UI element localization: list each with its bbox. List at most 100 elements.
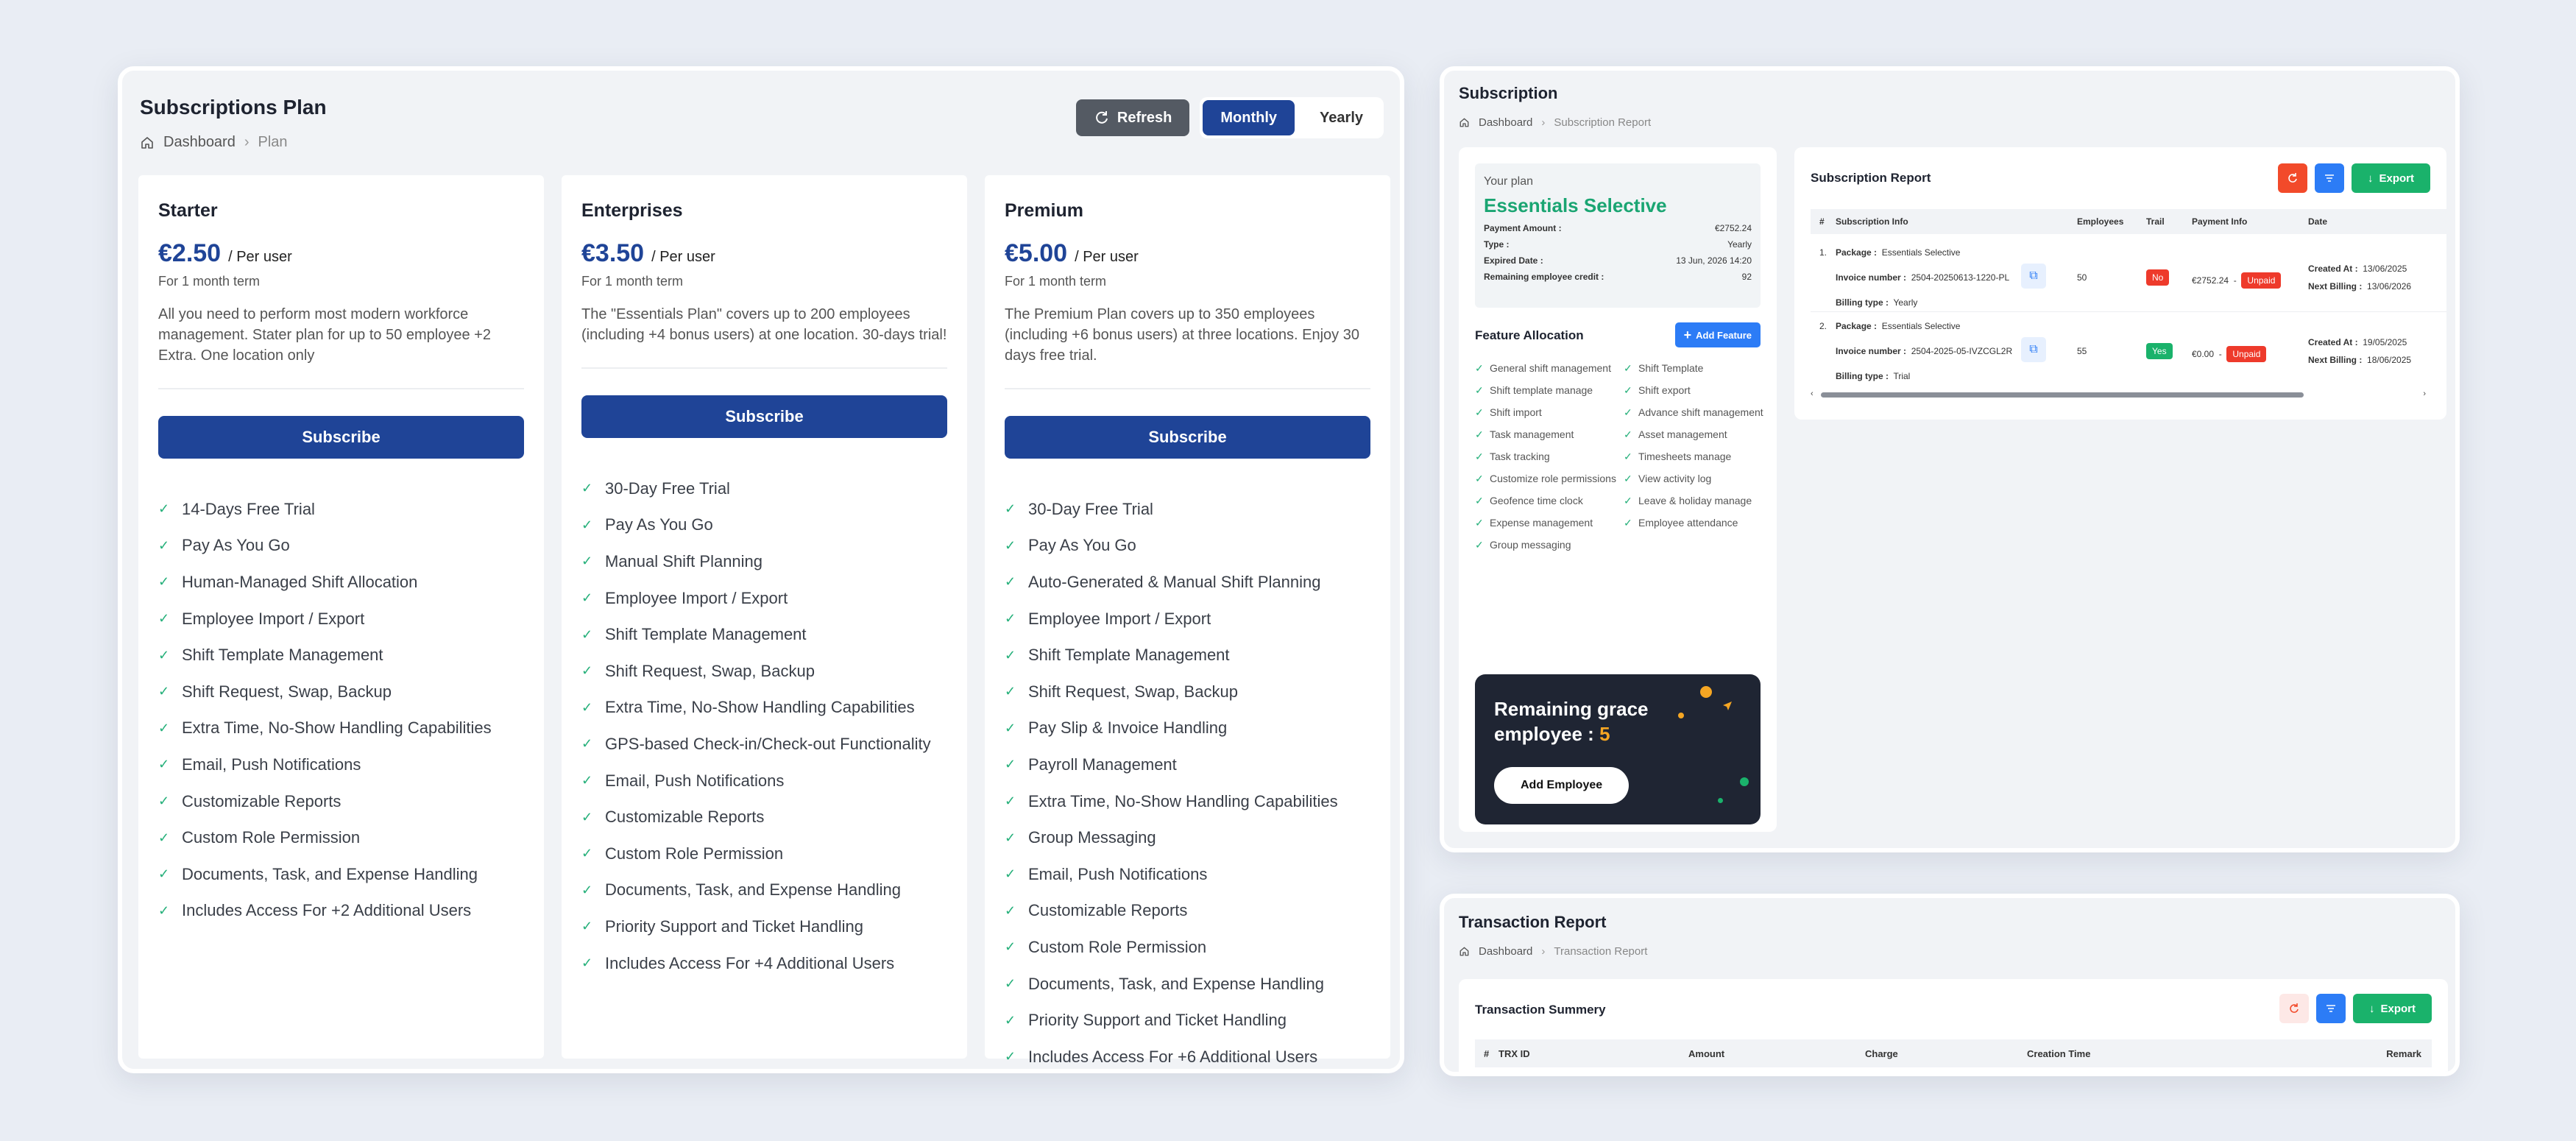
payment-status-badge: Unpaid xyxy=(2241,272,2282,289)
trail-badge: Yes xyxy=(2146,343,2173,359)
feature-allocation-title: Feature Allocation xyxy=(1475,328,1584,342)
feature-item: ✓ Shift Template Management xyxy=(1005,637,1370,674)
feature-label: Pay As You Go xyxy=(605,515,713,534)
feature-allocation-item: ✓ Shift export xyxy=(1624,383,1766,398)
feature-item: ✓ Includes Access For +6 Additional Users xyxy=(1005,1039,1370,1075)
plan-name: Essentials Selective xyxy=(1484,194,1667,216)
created-value: 13/06/2025 xyxy=(2363,264,2407,274)
yearly-toggle[interactable]: Yearly xyxy=(1302,100,1381,135)
plan-term: For 1 month term xyxy=(581,274,684,289)
billing-value: Trial xyxy=(1893,371,1911,381)
feature-allocation-item: ✓ Group messaging xyxy=(1475,537,1618,552)
download-icon: ↓ xyxy=(2368,1002,2375,1015)
monthly-toggle[interactable]: Monthly xyxy=(1203,100,1295,135)
detail-value: 13 Jun, 2026 14:20 xyxy=(1676,255,1752,266)
feature-list: ✓ 30-Day Free Trial ✓ Pay As You Go ✓ Auto-Ge… xyxy=(1005,491,1370,1075)
feature-allocation-item: ✓ Asset management xyxy=(1624,427,1766,442)
filter-button[interactable] xyxy=(2315,994,2346,1023)
breadcrumb-current: Subscription Report xyxy=(1554,116,1652,129)
check-icon: ✓ xyxy=(158,574,170,590)
refresh-button[interactable]: Refresh xyxy=(1075,99,1190,136)
feature-item: ✓ Manual Shift Planning xyxy=(581,543,947,580)
plan-detail: Remaining employee credit : 92 xyxy=(1484,272,1752,282)
check-icon: ✓ xyxy=(581,554,593,569)
breadcrumb: Dashboard › Subscription Report xyxy=(1459,116,1651,129)
your-plan-label: Your plan xyxy=(1484,175,1534,188)
scrollbar-thumb[interactable] xyxy=(1821,392,2304,398)
reset-button[interactable] xyxy=(2277,163,2307,193)
check-icon: ✓ xyxy=(581,955,593,971)
feature-label: Custom Role Permission xyxy=(182,828,361,847)
breadcrumb: Dashboard › Transaction Report xyxy=(1459,945,1647,958)
created-line: Created At : 19/05/2025 xyxy=(2308,337,2407,347)
check-icon: ✓ xyxy=(158,720,170,735)
filter-button[interactable] xyxy=(2314,163,2344,193)
scroll-right-icon[interactable]: › xyxy=(2423,389,2426,398)
check-icon: ✓ xyxy=(158,501,170,517)
check-icon: ✓ xyxy=(1005,866,1016,882)
grace-text: Remaining grace employee : 5 xyxy=(1494,696,1678,746)
plan-detail: Expired Date : 13 Jun, 2026 14:20 xyxy=(1484,255,1752,266)
copy-button[interactable]: ⧉ xyxy=(2021,264,2046,289)
plan-name: Enterprises xyxy=(581,200,683,221)
feature-item: ✓ Auto-Generated & Manual Shift Planning xyxy=(1005,564,1370,601)
billing-line: Billing type : Trial xyxy=(1836,371,1910,381)
feature-item: ✓ Extra Time, No-Show Handling Capabiliti… xyxy=(158,710,524,747)
add-feature-button[interactable]: + Add Feature xyxy=(1674,322,1761,347)
reset-button[interactable] xyxy=(2279,994,2309,1023)
horizontal-scrollbar[interactable]: ‹ › xyxy=(1811,389,2430,400)
feature-allocation-label: Group messaging xyxy=(1490,539,1571,551)
check-icon: ✓ xyxy=(1475,473,1484,484)
chevron-right-icon: › xyxy=(1541,945,1546,958)
subscribe-button[interactable]: Subscribe xyxy=(581,395,947,438)
check-icon: ✓ xyxy=(1005,574,1016,590)
feature-label: 30-Day Free Trial xyxy=(1028,499,1153,518)
copy-icon: ⧉ xyxy=(2029,269,2038,282)
check-icon: ✓ xyxy=(1624,406,1632,418)
feature-list: ✓ 14-Days Free Trial ✓ Pay As You Go ✓ Human-… xyxy=(158,491,524,929)
feature-item: ✓ Pay Slip & Invoice Handling xyxy=(1005,710,1370,747)
subscribe-button[interactable]: Subscribe xyxy=(1005,416,1370,459)
subscription-report-table: # Subscription Info Employees Trail Paym… xyxy=(1811,209,2446,390)
export-button[interactable]: ↓ Export xyxy=(2352,994,2432,1023)
check-icon: ✓ xyxy=(581,773,593,788)
column-header: Creation Time xyxy=(2027,1048,2091,1059)
subscribe-button[interactable]: Subscribe xyxy=(158,416,524,459)
feature-label: Employee Import / Export xyxy=(182,609,365,628)
breadcrumb-dashboard[interactable]: Dashboard xyxy=(1479,945,1532,958)
plan-cards: Starter €2.50 / Per user For 1 month ter… xyxy=(138,175,1390,1066)
check-icon: ✓ xyxy=(1005,757,1016,772)
check-icon: ✓ xyxy=(1005,611,1016,626)
grace-employee-banner: Remaining grace employee : 5 Add Employe… xyxy=(1475,674,1761,824)
page-title: Subscription xyxy=(1459,84,1558,102)
column-header: Payment Info xyxy=(2192,216,2248,227)
payment-amount: €0.00 xyxy=(2192,349,2215,359)
breadcrumb-dashboard[interactable]: Dashboard xyxy=(1479,116,1532,129)
check-icon: ✓ xyxy=(1624,428,1632,440)
feature-label: Documents, Task, and Expense Handling xyxy=(605,880,901,900)
check-icon: ✓ xyxy=(1475,495,1484,506)
check-icon: ✓ xyxy=(581,736,593,752)
feature-allocation-label: Task tracking xyxy=(1490,451,1550,462)
invoice-line: Invoice number : 2504-20250613-1220-PL xyxy=(1836,272,2009,283)
check-icon: ✓ xyxy=(158,866,170,882)
scroll-left-icon[interactable]: ‹ xyxy=(1811,389,1814,398)
next-billing-label: Next Billing : xyxy=(2308,355,2363,365)
refresh-icon xyxy=(1096,111,1108,124)
plan-card-enterprises: Enterprises €3.50 / Per user For 1 month… xyxy=(562,175,967,1059)
add-employee-button[interactable]: Add Employee xyxy=(1494,767,1630,804)
check-icon: ✓ xyxy=(1005,939,1016,955)
breadcrumb-dashboard[interactable]: Dashboard xyxy=(163,134,236,151)
copy-button[interactable]: ⧉ xyxy=(2021,337,2046,362)
row-index: 1. xyxy=(1819,247,1827,258)
feature-label: Priority Support and Ticket Handling xyxy=(605,916,863,936)
check-icon: ✓ xyxy=(158,830,170,845)
breadcrumb: Dashboard › Plan xyxy=(140,134,288,151)
feature-item: ✓ Pay As You Go xyxy=(581,507,947,544)
feature-item: ✓ 30-Day Free Trial xyxy=(581,470,947,507)
export-button[interactable]: ↓ Export xyxy=(2351,163,2430,193)
plan-price-unit: / Per user xyxy=(1075,249,1139,265)
detail-value: 92 xyxy=(1741,272,1752,282)
feature-item: ✓ Employee Import / Export xyxy=(581,580,947,617)
feature-label: Employee Import / Export xyxy=(605,588,788,607)
